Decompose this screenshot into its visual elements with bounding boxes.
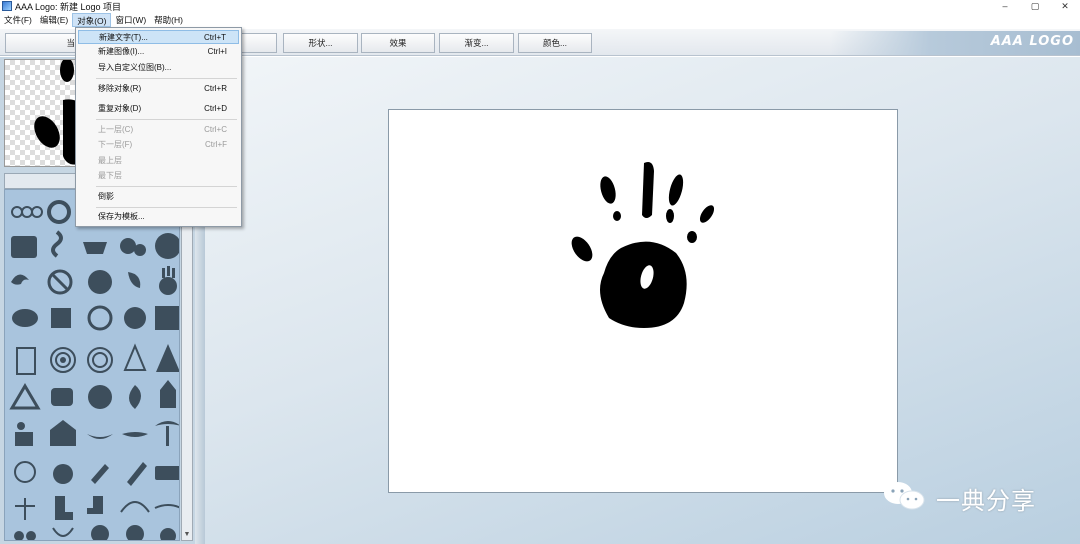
ball-icon	[124, 307, 146, 329]
planet-icon	[128, 272, 141, 288]
boot-icon	[55, 496, 73, 520]
squiggle-icon	[51, 230, 63, 258]
brick-wall-icon	[155, 306, 179, 330]
globe-icon	[88, 270, 112, 294]
necklace-icon	[52, 527, 74, 537]
paint-brush-icon	[91, 464, 109, 484]
cup-icon	[83, 242, 107, 254]
menu-bring-forward[interactable]: 上一层(C) Ctrl+C	[78, 123, 239, 137]
gears-icon	[120, 238, 146, 256]
object-menu: 新建文字(T)... Ctrl+T 新建图像(I)... Ctrl+I 导入自定义位…	[75, 27, 242, 227]
scroll-down-arrow-icon[interactable]: ▼	[182, 530, 192, 540]
gift-bottles-icon	[51, 308, 71, 328]
shape-grid-canvas	[9, 200, 179, 540]
menu-window[interactable]: 窗口(W)	[111, 13, 150, 27]
logo-canvas[interactable]	[388, 109, 898, 493]
building-icon	[16, 347, 36, 375]
effects-button[interactable]: 效果	[361, 33, 435, 53]
swirls-icon	[11, 206, 43, 218]
flower-icon	[87, 305, 113, 331]
menu-reflection[interactable]: 倒影	[78, 190, 239, 204]
glasses-icon	[14, 531, 36, 540]
handshake-icon	[51, 388, 73, 406]
ring-icon	[47, 200, 71, 224]
church-icon	[160, 380, 176, 408]
app-icon	[2, 1, 12, 11]
sun-house-icon	[15, 422, 33, 446]
menu-edit[interactable]: 编辑(E)	[36, 13, 72, 27]
mustache-icon	[122, 432, 148, 437]
turtle-icon	[12, 309, 38, 327]
watermark: 一典分享	[880, 478, 1070, 515]
bus-icon	[155, 466, 179, 480]
menu-separator	[96, 207, 237, 208]
pine-tree-icon	[156, 344, 179, 372]
house-icon	[50, 420, 76, 446]
arc-icon	[120, 501, 150, 513]
shape-library-grid	[4, 189, 180, 541]
minimize-button[interactable]: –	[990, 0, 1020, 12]
menu-new-text[interactable]: 新建文字(T)... Ctrl+T	[78, 30, 239, 44]
wings-icon	[87, 434, 113, 439]
tree-icon	[91, 525, 109, 540]
stick-figure-icon	[15, 498, 35, 520]
wechat-icon	[884, 482, 925, 510]
workspace	[205, 57, 1080, 544]
flame-icon	[129, 385, 141, 409]
handprint-icon[interactable]	[389, 110, 899, 494]
menu-separator	[96, 186, 237, 187]
menu-object[interactable]: 对象(O)	[72, 13, 112, 27]
spiral-icon	[50, 347, 76, 373]
menu-help[interactable]: 帮助(H)	[150, 13, 187, 27]
wave-icon	[11, 274, 29, 285]
bomb-face-icon	[53, 464, 73, 484]
hand-icon	[159, 266, 177, 295]
fire-circle-icon	[88, 385, 112, 409]
bomb-icon	[160, 528, 176, 540]
brand-logo: AAA LOGO	[830, 31, 1080, 55]
ribbon-icon	[154, 504, 179, 509]
restore-button[interactable]: ▢	[1020, 0, 1050, 12]
close-button[interactable]: ✕	[1050, 0, 1080, 12]
gradient-button[interactable]: 渐变...	[439, 33, 514, 53]
sock-icon	[87, 496, 103, 514]
menu-duplicate-object[interactable]: 重复对象(D) Ctrl+D	[78, 102, 239, 116]
radiation-icon	[155, 233, 179, 259]
tree-icon	[126, 525, 144, 540]
menu-separator	[96, 78, 237, 79]
coffee-box-icon	[11, 236, 37, 258]
menu-bar: 文件(F) 编辑(E) 对象(O) 窗口(W) 帮助(H)	[0, 13, 1080, 27]
menu-bring-to-front[interactable]: 最上层	[78, 154, 239, 168]
menu-send-to-back[interactable]: 最下层	[78, 169, 239, 183]
shape-button[interactable]: 形状...	[283, 33, 358, 53]
menu-send-backward[interactable]: 下一层(F) Ctrl+F	[78, 138, 239, 152]
menu-new-image[interactable]: 新建图像(I)... Ctrl+I	[78, 45, 239, 59]
menu-separator	[96, 119, 237, 120]
title-bar: AAA Logo: 新建 Logo 项目 – ▢ ✕	[0, 0, 1080, 12]
window-title: AAA Logo: 新建 Logo 项目	[15, 1, 122, 12]
menu-save-template[interactable]: 保存为模板...	[78, 210, 239, 224]
pig-icon	[14, 461, 36, 483]
spiral-icon	[87, 347, 113, 373]
menu-remove-object[interactable]: 移除对象(R) Ctrl+R	[78, 82, 239, 96]
tree-outline-icon	[123, 343, 147, 371]
warning-icon	[9, 383, 41, 410]
watermark-text: 一典分享	[936, 487, 1036, 515]
shape-grid-scrollbar[interactable]: ▼	[181, 173, 193, 541]
no-sign-icon	[47, 269, 73, 295]
brand-text: AAA LOGO	[990, 34, 1074, 49]
brush-icon	[127, 462, 147, 486]
menu-import-bitmap[interactable]: 导入自定义位图(B)...	[78, 61, 239, 75]
color-button[interactable]: 颜色...	[518, 33, 592, 53]
palm-tree-icon	[155, 421, 179, 446]
menu-file[interactable]: 文件(F)	[0, 13, 36, 27]
